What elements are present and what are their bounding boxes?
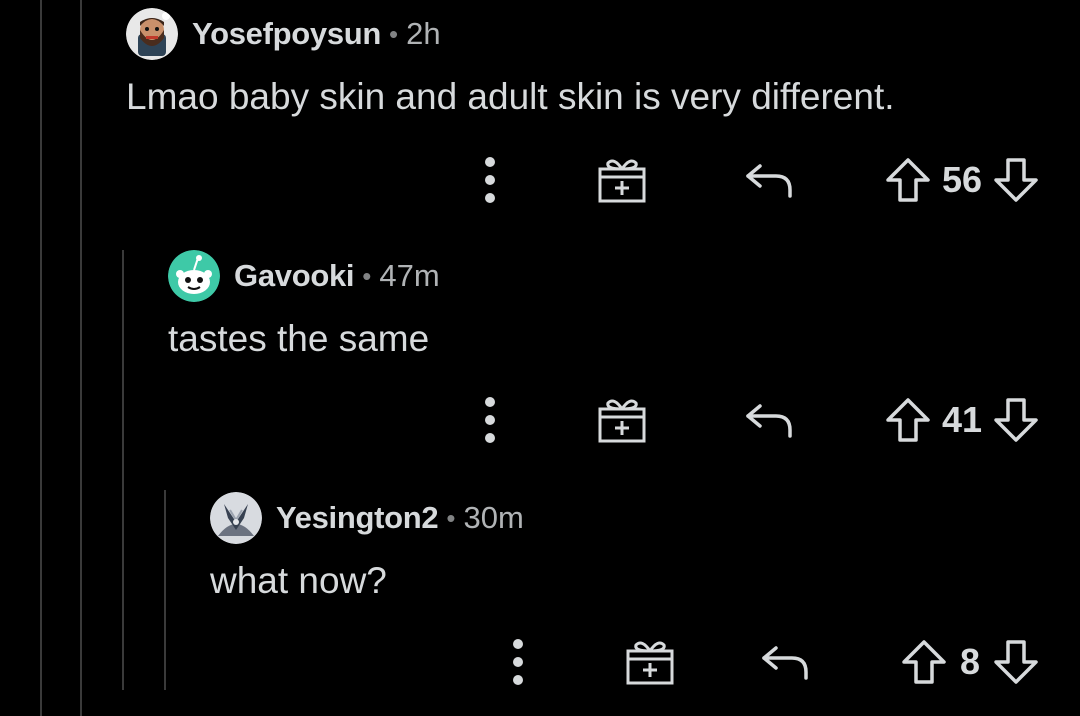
separator-dot: •: [446, 502, 456, 533]
downvote-arrow-icon[interactable]: [992, 156, 1040, 204]
downvote-arrow-icon[interactable]: [992, 638, 1040, 686]
comment-actions: 8: [512, 632, 1040, 692]
vote-score: 8: [959, 641, 981, 682]
username[interactable]: Gavooki: [234, 258, 355, 294]
bearded-man-avatar[interactable]: [126, 8, 178, 60]
thread-line-1[interactable]: [40, 0, 42, 716]
timestamp: 30m: [463, 500, 524, 535]
reply-arrow-icon[interactable]: [760, 642, 812, 682]
gift-icon[interactable]: [624, 637, 676, 687]
username[interactable]: Yesington2: [276, 500, 439, 536]
thread-line-3[interactable]: [122, 250, 124, 690]
comment-actions: 56: [484, 150, 1040, 210]
comment-header: Yesington2 • 30m: [210, 488, 1080, 548]
vote-score: 41: [941, 399, 982, 440]
comment-text: what now?: [210, 560, 387, 601]
timestamp: 47m: [379, 258, 440, 293]
more-vertical-icon[interactable]: [484, 156, 496, 204]
comment-yosefpoysun: Yosefpoysun • 2h Lmao baby skin and adul…: [126, 4, 1080, 234]
thread-line-4[interactable]: [164, 490, 166, 690]
comment-header: Yosefpoysun • 2h: [126, 4, 1080, 64]
comment-gavooki: Gavooki • 47m tastes the same 41: [168, 246, 1080, 476]
more-vertical-icon[interactable]: [512, 638, 524, 686]
comment-header: Gavooki • 47m: [168, 246, 1080, 306]
upvote-arrow-icon[interactable]: [900, 638, 948, 686]
username[interactable]: Yosefpoysun: [192, 16, 381, 52]
comment-actions: 41: [484, 390, 1040, 450]
robot-avatar[interactable]: [210, 492, 262, 544]
comment-yesington2: Yesington2 • 30m what now? 8: [210, 488, 1080, 716]
gift-icon[interactable]: [596, 155, 648, 205]
reply-arrow-icon[interactable]: [744, 400, 796, 440]
separator-dot: •: [362, 260, 372, 291]
comment-text: Lmao baby skin and adult skin is very di…: [126, 76, 895, 117]
vote-score: 56: [941, 159, 982, 200]
upvote-arrow-icon[interactable]: [884, 156, 932, 204]
gift-icon[interactable]: [596, 395, 648, 445]
upvote-arrow-icon[interactable]: [884, 396, 932, 444]
downvote-arrow-icon[interactable]: [992, 396, 1040, 444]
snoo-avatar[interactable]: [168, 250, 220, 302]
comment-text: tastes the same: [168, 318, 430, 359]
thread-line-2[interactable]: [80, 0, 82, 716]
more-vertical-icon[interactable]: [484, 396, 496, 444]
separator-dot: •: [389, 18, 399, 49]
reply-arrow-icon[interactable]: [744, 160, 796, 200]
timestamp: 2h: [406, 16, 441, 51]
